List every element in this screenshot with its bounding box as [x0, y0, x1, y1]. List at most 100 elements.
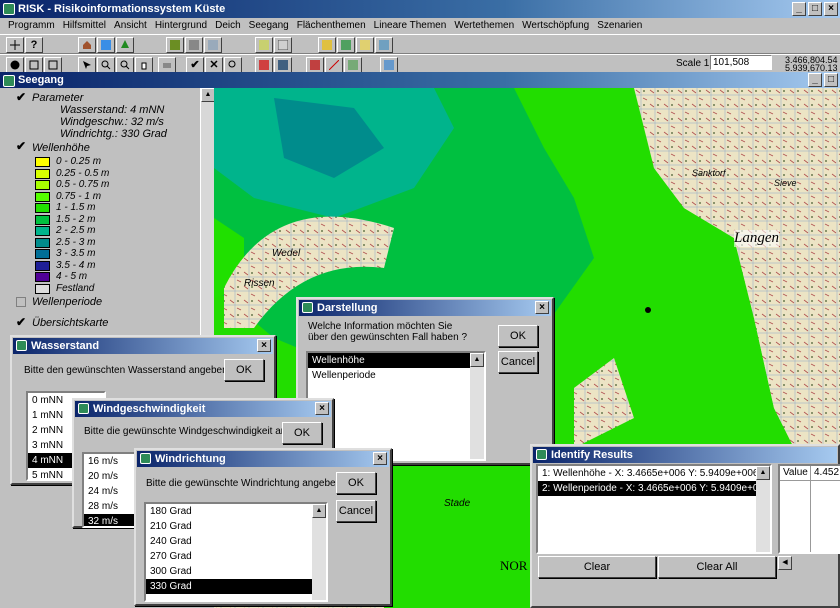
scroll-up-button[interactable]: ▲	[312, 504, 326, 518]
zoom-out-icon[interactable]	[116, 57, 134, 73]
cross-icon[interactable]: ✕	[205, 57, 223, 73]
clear-button[interactable]: Clear	[538, 556, 656, 578]
menu-item[interactable]: Wertschöpfung	[518, 18, 593, 34]
scroll-up-button[interactable]: ▲	[470, 353, 484, 367]
dialog-icon	[78, 403, 89, 414]
maximize-button[interactable]: □	[808, 2, 822, 16]
legend-label: 0.25 - 0.5 m	[56, 167, 110, 179]
scenario-icon-1[interactable]	[318, 37, 336, 53]
menu-item[interactable]: Programm	[4, 18, 59, 34]
scroll-up-button[interactable]: ▲	[756, 466, 770, 480]
list-item[interactable]: 270 Grad	[146, 549, 326, 564]
close-icon[interactable]: ×	[315, 402, 329, 415]
house-icon[interactable]	[78, 37, 96, 53]
layout-icon[interactable]	[44, 57, 62, 73]
cursor-marker	[645, 307, 651, 313]
list-item[interactable]: 2: Wellenperiode - X: 3.4665e+006 Y: 5.9…	[538, 481, 770, 496]
scenario-icon-3[interactable]	[356, 37, 374, 53]
ok-button[interactable]: OK	[282, 422, 322, 444]
menu-item[interactable]: Hilfsmittel	[59, 18, 110, 34]
cancel-button[interactable]: Cancel	[336, 500, 376, 522]
menu-item[interactable]: Szenarien	[593, 18, 646, 34]
identify-icon[interactable]	[224, 57, 242, 73]
list-item[interactable]: 210 Grad	[146, 519, 326, 534]
chart-icon[interactable]	[255, 37, 273, 53]
ok-button[interactable]: OK	[224, 359, 264, 381]
parameter-title: Parameter	[32, 92, 84, 104]
child-maximize-button[interactable]: □	[824, 73, 838, 87]
export-icon[interactable]	[380, 57, 398, 73]
list-scrollbar[interactable]: ▲	[756, 466, 770, 552]
printer-icon[interactable]	[158, 57, 176, 73]
list-scrollbar[interactable]: ▲	[470, 353, 484, 459]
map-label: NOR	[500, 558, 528, 573]
list-item[interactable]: 240 Grad	[146, 534, 326, 549]
close-icon[interactable]: ×	[373, 452, 387, 465]
map-icon[interactable]	[166, 37, 184, 53]
zoom-in-icon[interactable]	[97, 57, 115, 73]
list-scrollbar[interactable]: ▲	[312, 504, 326, 600]
help-button[interactable]: ?	[25, 37, 43, 53]
uebersicht-check-icon[interactable]: ✔	[16, 315, 26, 329]
wellenhoehe-check-icon[interactable]: ✔	[16, 139, 26, 153]
grid-icon[interactable]	[204, 37, 222, 53]
dialog-title: Darstellung	[317, 302, 378, 314]
menu-item[interactable]: Flächenthemen	[293, 18, 370, 34]
damage-icon[interactable]	[274, 57, 292, 73]
ok-button[interactable]: OK	[498, 325, 538, 347]
water-icon[interactable]	[97, 37, 115, 53]
menu-item[interactable]: Seegang	[245, 18, 293, 34]
select-icon[interactable]	[78, 57, 96, 73]
tree-icon[interactable]	[116, 37, 134, 53]
list-item[interactable]: Wellenperiode	[308, 368, 484, 383]
list-item[interactable]: 1: Wellenhöhe - X: 3.4665e+006 Y: 5.9409…	[538, 466, 770, 481]
scroll-left-button[interactable]: ◀	[778, 556, 792, 570]
value-table[interactable]: Value 4.452	[778, 464, 840, 554]
scale-input[interactable]: 101,508	[710, 55, 772, 70]
menu-item[interactable]: Hintergrund	[151, 18, 211, 34]
scenario-icon-4[interactable]	[375, 37, 393, 53]
list-item[interactable]: 180 Grad	[146, 504, 326, 519]
child-minimize-button[interactable]: _	[808, 73, 822, 87]
windrichtung-dialog: Windrichtung × Bitte die gewünschte Windr…	[134, 448, 392, 606]
list-item[interactable]: Wellenhöhe	[308, 353, 484, 368]
info-icon[interactable]	[6, 57, 24, 73]
dialog-prompt: Bitte die gewünschte Windrichtung angebe…	[146, 478, 342, 489]
layer-icon[interactable]	[185, 37, 203, 53]
hand-icon[interactable]	[135, 57, 153, 73]
identify-list[interactable]: 1: Wellenhöhe - X: 3.4665e+006 Y: 5.9409…	[536, 464, 772, 554]
menu-item[interactable]: Ansicht	[110, 18, 151, 34]
scenario-icon-2[interactable]	[337, 37, 355, 53]
wellenperiode-checkbox[interactable]	[16, 297, 26, 307]
area-icon[interactable]	[344, 57, 362, 73]
menu-item[interactable]: Lineare Themen	[370, 18, 451, 34]
close-icon[interactable]: ×	[535, 301, 549, 314]
list-item[interactable]: 330 Grad	[146, 579, 326, 594]
dialog-icon	[302, 302, 313, 313]
line-icon[interactable]	[325, 57, 343, 73]
close-icon[interactable]: ×	[257, 339, 271, 352]
dialog-prompt: Bitte den gewünschten Wasserstand angebe…	[24, 365, 228, 376]
cancel-button[interactable]: Cancel	[498, 351, 538, 373]
menu-bar: Programm Hilfsmittel Ansicht Hintergrund Dei…	[0, 18, 840, 34]
dialog-title: Windrichtung	[155, 453, 226, 465]
scroll-up-button[interactable]: ▲	[201, 88, 215, 102]
risk-icon[interactable]	[306, 57, 324, 73]
flood-icon[interactable]	[255, 57, 273, 73]
seegang-window-title: Seegang _ □	[0, 72, 840, 88]
menu-item[interactable]: Deich	[211, 18, 245, 34]
menu-item[interactable]: Wertethemen	[450, 18, 518, 34]
minimize-button[interactable]: _	[792, 2, 806, 16]
pan-tool-button[interactable]	[6, 37, 24, 53]
print-preview-icon[interactable]	[25, 57, 43, 73]
check-icon[interactable]: ✔	[186, 57, 204, 73]
wind-direction-list[interactable]: 180 Grad 210 Grad 240 Grad 270 Grad 300 Grad…	[144, 502, 328, 602]
list-item[interactable]: 300 Grad	[146, 564, 326, 579]
legend-scrollbar[interactable]: ▲	[200, 88, 215, 348]
app-title-bar: RISK - Risikoinformationssystem Küste _ …	[0, 0, 840, 18]
close-button[interactable]: ×	[824, 2, 838, 16]
clear-all-button[interactable]: Clear All	[658, 556, 776, 578]
ok-button[interactable]: OK	[336, 472, 376, 494]
parameter-check-icon[interactable]: ✔	[16, 90, 26, 104]
table-icon[interactable]	[274, 37, 292, 53]
